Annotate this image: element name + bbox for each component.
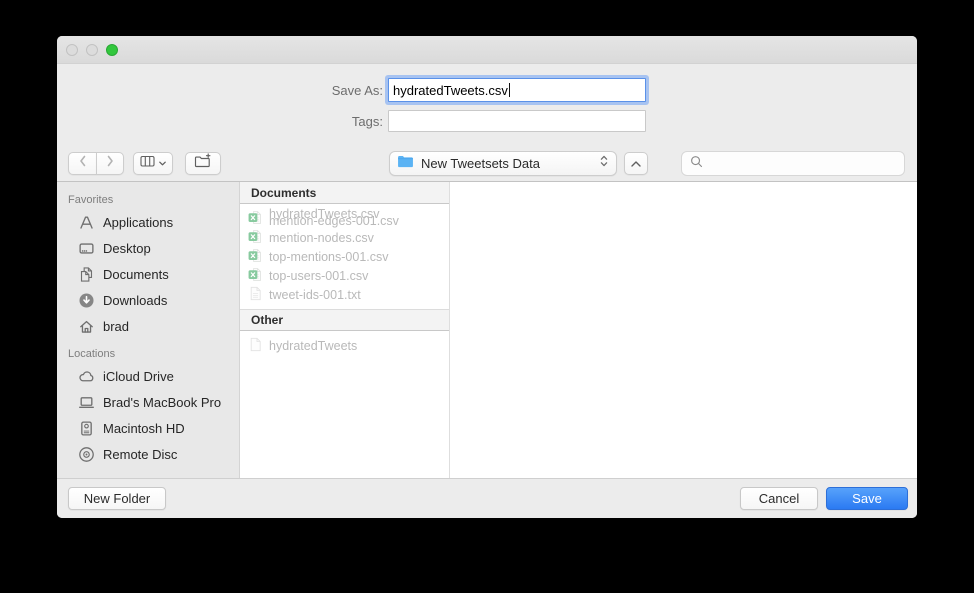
sidebar-item-label: Brad's MacBook Pro [103,395,221,410]
sidebar-item-applications[interactable]: Applications [68,209,239,235]
csv-file-icon [248,229,263,244]
search-icon [689,154,704,174]
file-name: top-users-001.csv [269,269,368,283]
sidebar-item-label: Desktop [103,241,151,256]
file-column: Documents hydratedTweets.csvmention-edge… [240,182,450,478]
sidebar-item-label: Downloads [103,293,167,308]
sidebar-item-label: iCloud Drive [103,369,174,384]
tags-label: Tags: [57,114,383,129]
blank-file-icon [248,337,263,352]
save-as-label: Save As: [57,83,383,98]
sidebar-item-label: Macintosh HD [103,421,185,436]
harddrive-icon [78,420,95,437]
nav-button-group [68,152,124,175]
up-directory-button[interactable] [624,152,648,175]
back-button[interactable] [68,152,96,175]
sidebar-item-icloud-drive[interactable]: iCloud Drive [68,363,239,389]
sidebar-item-desktop[interactable]: Desktop [68,235,239,261]
other-file-list: hydratedTweets [240,331,449,356]
file-name: mention-edges-001.csv [269,214,399,228]
titlebar [57,36,917,64]
sidebar-item-brad-s-macbook-pro[interactable]: Brad's MacBook Pro [68,389,239,415]
home-icon [78,318,95,335]
favorites-list: Applications Desktop Documents Downloads bra… [68,209,239,339]
chevron-up-icon [630,155,642,173]
sidebar-item-label: Documents [103,267,169,282]
desktop-icon [78,240,95,257]
documents-group-header: Documents [240,182,449,204]
updown-stepper-icon [599,153,609,174]
locations-list: iCloud Drive Brad's MacBook Pro Macintosh … [68,363,239,467]
bottom-bar: New Folder Cancel Save [57,478,917,518]
zoom-window-icon[interactable] [106,44,118,56]
chevron-left-icon [78,153,88,174]
save-form: Save As: hydratedTweets.csv Tags: [57,64,917,146]
folder-icon [397,154,414,174]
file-row-hydratedtweets: hydratedTweets [240,335,449,354]
disc-icon [78,446,95,463]
forward-button[interactable] [96,152,124,175]
sidebar-item-label: Remote Disc [103,447,177,462]
file-name: hydratedTweets [269,339,357,353]
locations-header: Locations [68,348,239,360]
file-name: top-mentions-001.csv [269,250,389,264]
sidebar-item-macintosh-hd[interactable]: Macintosh HD [68,415,239,441]
other-group-header: Other [240,309,449,331]
column-view-button[interactable] [133,152,173,175]
search-input[interactable] [709,156,897,171]
file-row-top-mentions-001-csv: top-mentions-001.csv [240,246,449,265]
icloud-icon [78,368,95,385]
empty-column [450,182,917,478]
screen-background: Save As: hydratedTweets.csv Tags: [0,0,974,593]
sidebar-item-label: Applications [103,215,173,230]
search-field[interactable] [681,151,905,176]
documents-icon [78,266,95,283]
sidebar-item-brad[interactable]: brad [68,313,239,339]
save-as-value: hydratedTweets.csv [393,83,508,98]
text-caret [509,83,510,97]
csv-file-icon [248,210,263,225]
laptop-icon [78,394,95,411]
file-row-top-users-001-csv: top-users-001.csv [240,265,449,284]
location-dropdown[interactable]: New Tweetsets Data [389,151,617,176]
sidebar-item-label: brad [103,319,129,334]
location-dropdown-value: New Tweetsets Data [421,156,599,171]
csv-file-icon [248,267,263,282]
cancel-button[interactable]: Cancel [740,487,818,510]
file-name: tweet-ids-001.txt [269,288,361,302]
minimize-window-icon[interactable] [86,44,98,56]
file-row-mention-nodes-csv: mention-nodes.csv [240,227,449,246]
save-as-input[interactable]: hydratedTweets.csv [388,78,646,102]
sidebar: Favorites Applications Desktop Documents Do… [57,182,240,478]
file-name: mention-nodes.csv [269,231,374,245]
sidebar-item-documents[interactable]: Documents [68,261,239,287]
chevron-down-icon [158,155,167,173]
applications-icon [78,214,95,231]
columns-view-icon [139,153,156,174]
save-button[interactable]: Save [826,487,908,510]
save-dialog-window: Save As: hydratedTweets.csv Tags: [57,36,917,518]
favorites-header: Favorites [68,194,239,206]
close-window-icon[interactable] [66,44,78,56]
tags-input[interactable] [388,110,646,132]
browser-content: Favorites ApplicationsDesktopDocumentsDo… [57,182,917,478]
toolbar: New Tweetsets Data [57,146,917,182]
documents-file-list: hydratedTweets.csvmention-edges-001.csvm… [240,204,449,305]
sidebar-item-downloads[interactable]: Downloads [68,287,239,313]
sidebar-item-remote-disc[interactable]: Remote Disc [68,441,239,467]
chevron-right-icon [105,153,115,174]
downloads-icon [78,292,95,309]
txt-file-icon [248,286,263,301]
csv-file-icon [248,248,263,263]
new-folder-button[interactable]: New Folder [68,487,166,510]
new-folder-icon [194,153,212,174]
new-folder-toolbar-button[interactable] [185,152,221,175]
file-row-tweet-ids-001-txt: tweet-ids-001.txt [240,284,449,303]
file-row-mention-edges-001-csv: hydratedTweets.csvmention-edges-001.csv [240,208,449,227]
